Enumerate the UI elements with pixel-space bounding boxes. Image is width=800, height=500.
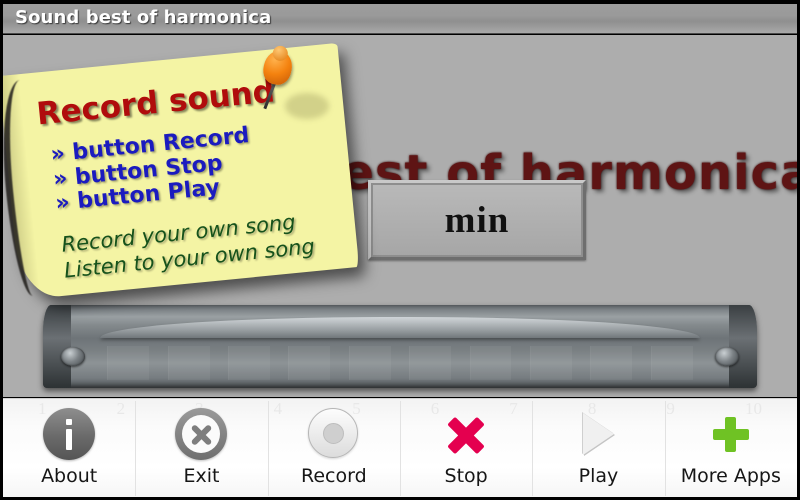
record-circle-icon — [307, 408, 360, 460]
cross-icon — [440, 408, 492, 460]
more-apps-button-label: More Apps — [680, 465, 781, 487]
play-button-label: Play — [578, 465, 619, 487]
stop-button-label: Stop — [444, 465, 488, 487]
harmonica-holes — [107, 346, 693, 380]
title-bar: Sound best of harmonica — [3, 4, 797, 34]
harmonica-screw-right — [715, 347, 739, 366]
display-box-right[interactable]: min — [368, 180, 586, 260]
stop-button[interactable]: Stop — [399, 399, 532, 497]
play-button[interactable]: Play — [532, 399, 664, 497]
harmonica-image[interactable] — [43, 305, 757, 388]
exit-button-label: Exit — [183, 465, 220, 487]
plus-icon — [705, 408, 757, 460]
harmonica-endcap-left — [43, 305, 71, 388]
harmonica-highlight — [100, 316, 700, 339]
more-apps-button[interactable]: More Apps — [664, 399, 797, 497]
app-window: Sound best of harmonica Sound best of ha… — [0, 0, 800, 500]
exit-button[interactable]: Exit — [135, 399, 267, 497]
close-circle-icon — [175, 408, 228, 460]
play-triangle-icon — [572, 408, 624, 460]
main-stage: Sound best of harmonica min Record sound… — [3, 35, 797, 397]
bottom-toolbar: 1 2 3 4 5 6 7 8 9 10 About Exit — [3, 398, 797, 497]
about-button[interactable]: About — [3, 399, 135, 497]
window-title: Sound best of harmonica — [15, 7, 272, 28]
sticky-note[interactable]: Record sound » button Record » button St… — [3, 42, 360, 301]
display-box-right-label: min — [444, 199, 510, 241]
about-button-label: About — [41, 465, 98, 487]
record-button[interactable]: Record — [267, 399, 400, 497]
harmonica-endcap-right — [729, 305, 757, 388]
harmonica-screw-left — [61, 347, 85, 366]
info-icon — [43, 408, 96, 460]
record-button-label: Record — [300, 465, 367, 487]
